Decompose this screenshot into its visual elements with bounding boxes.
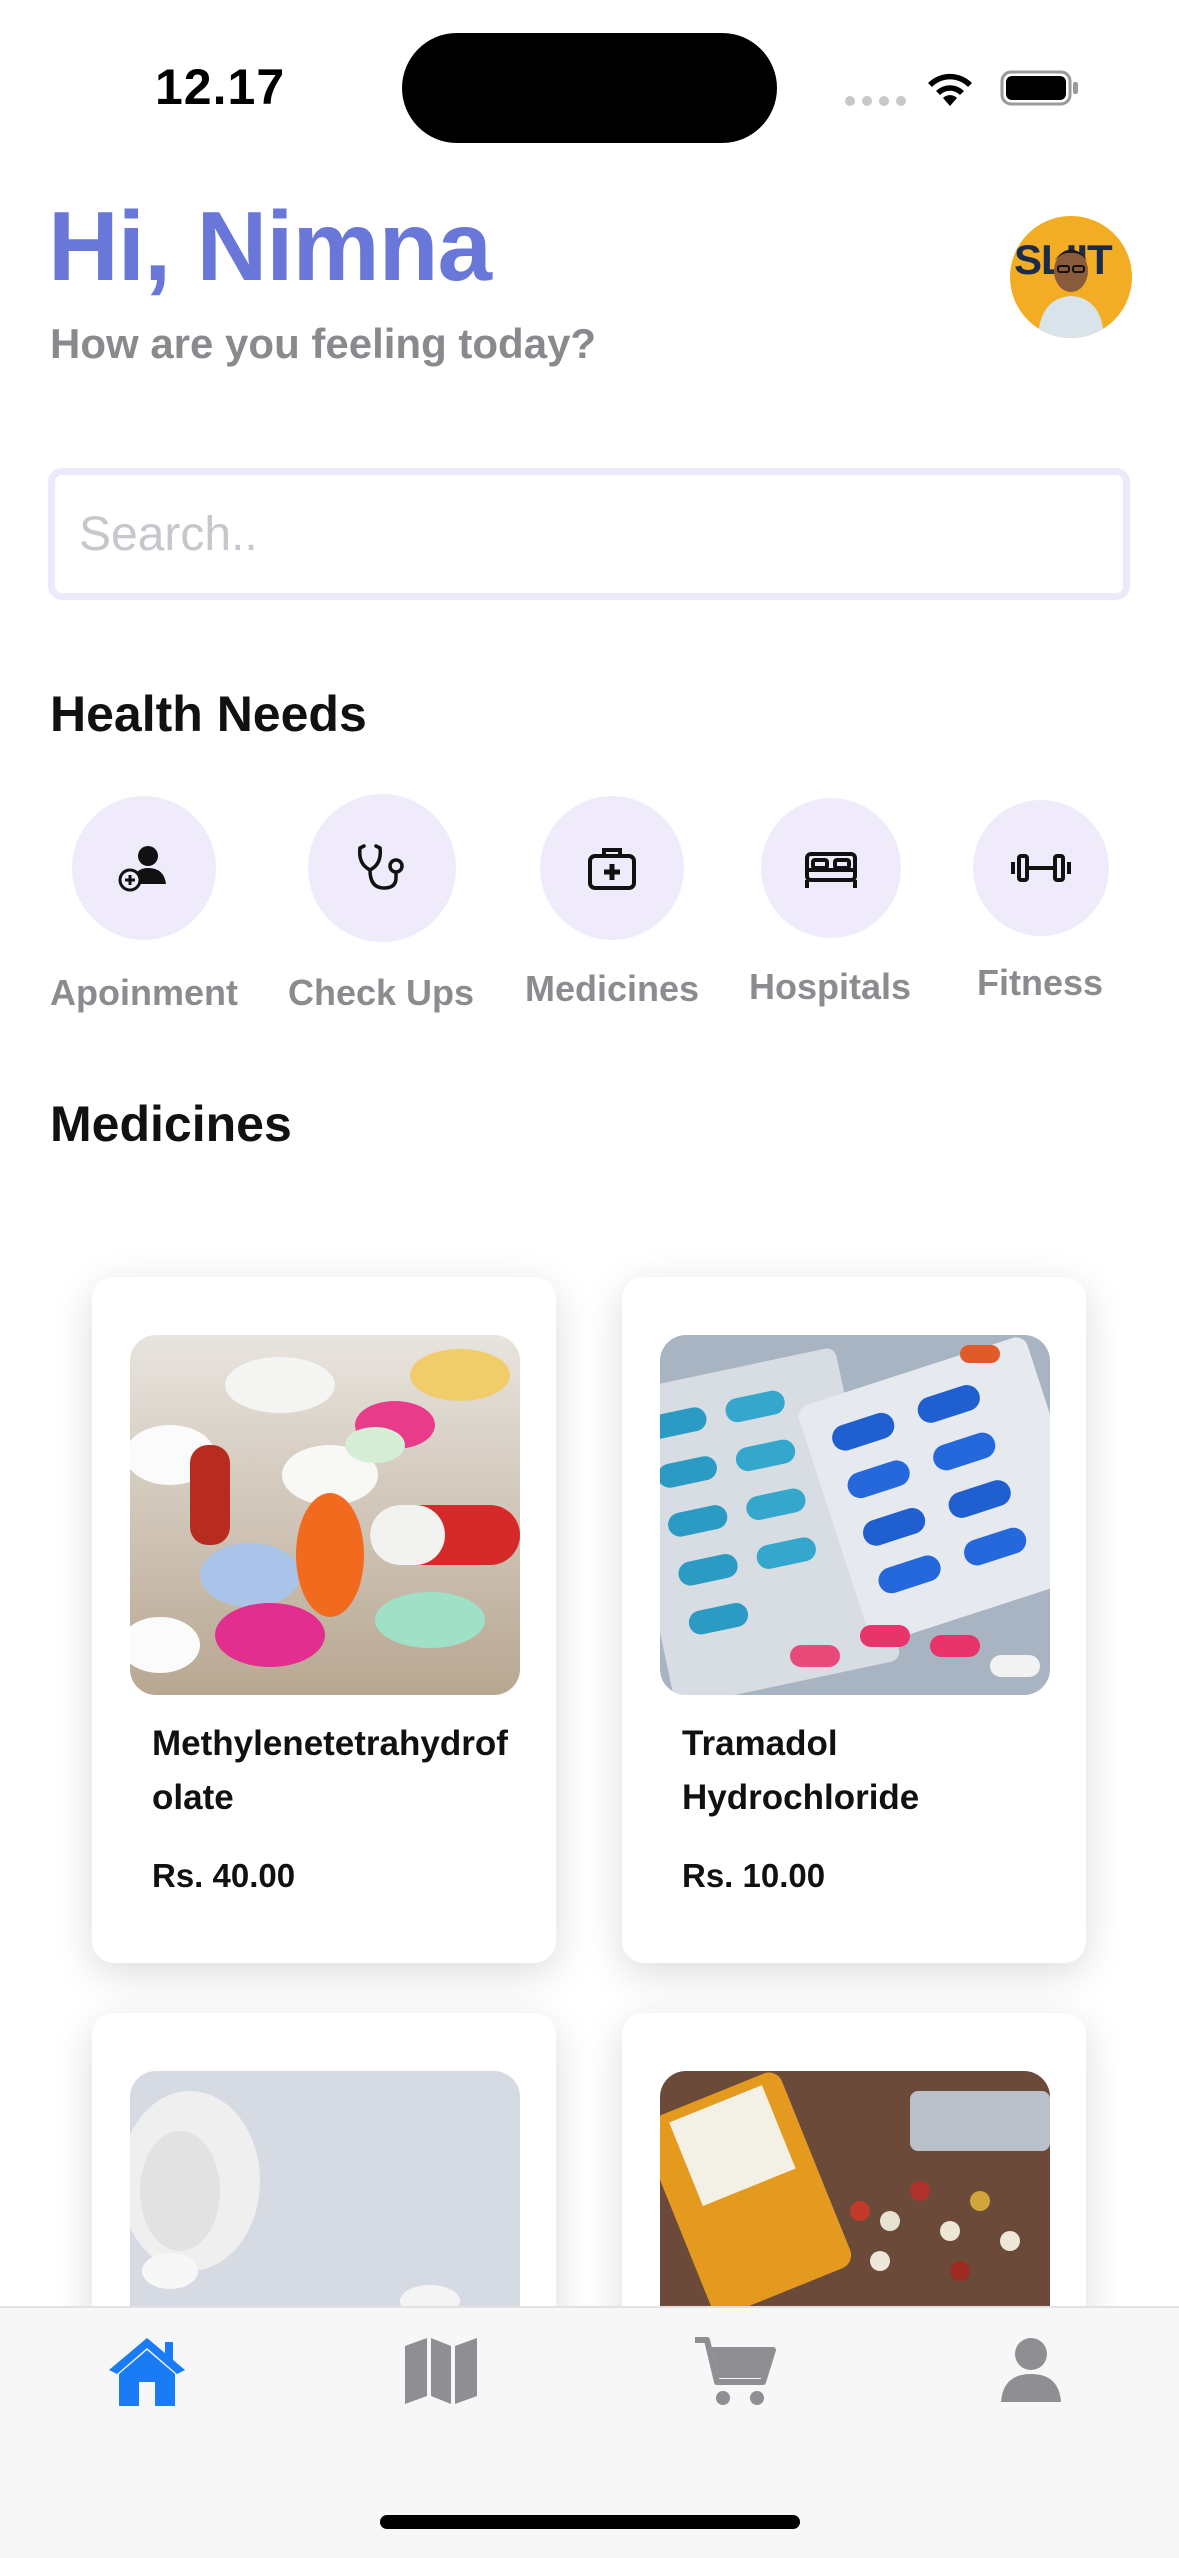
- greeting-title: Hi, Nimna: [48, 191, 492, 301]
- health-need-label: Medicines: [524, 968, 700, 1009]
- health-needs-title: Health Needs: [50, 686, 367, 742]
- medicine-card[interactable]: Tramadol Hydrochloride Rs. 10.00: [622, 1277, 1086, 1963]
- greeting-subtitle: How are you feeling today?: [50, 320, 597, 367]
- cellular-signal-icon: [845, 96, 906, 106]
- bed-icon: [761, 798, 901, 938]
- dynamic-island: [402, 33, 777, 143]
- tab-home[interactable]: [102, 2326, 192, 2416]
- tab-profile[interactable]: [986, 2326, 1076, 2416]
- avatar[interactable]: SLIIT: [1010, 216, 1132, 338]
- battery-icon: [1000, 70, 1078, 106]
- profile-icon: [1001, 2338, 1061, 2402]
- health-need-label: Check Ups: [287, 972, 475, 1013]
- health-need-label: Apoinment: [50, 972, 238, 1013]
- search-input[interactable]: [55, 475, 1123, 593]
- medicine-price: Rs. 10.00: [682, 1857, 826, 1894]
- home-icon: [109, 2338, 185, 2406]
- medical-kit-icon: [540, 796, 684, 940]
- medicine-name: Tramadol Hydrochloride: [682, 1724, 920, 1817]
- home-indicator[interactable]: [380, 2515, 800, 2529]
- medicines-title: Medicines: [50, 1096, 292, 1152]
- tab-cart[interactable]: [690, 2326, 780, 2416]
- health-need-label: Fitness: [976, 962, 1104, 1003]
- medicine-card[interactable]: Methylenetetrahydrofolate Rs. 40.00: [92, 1277, 556, 1963]
- medicine-price: Rs. 40.00: [152, 1857, 296, 1894]
- assorted-pills-image: [130, 1335, 520, 1695]
- cart-icon: [695, 2337, 776, 2405]
- medicine-name: Methylenetetrahydrofolate: [152, 1724, 508, 1817]
- wifi-icon: [928, 73, 972, 106]
- tab-map[interactable]: [396, 2326, 486, 2416]
- health-need-label: Hospitals: [748, 966, 912, 1007]
- avatar-person-icon: [1038, 249, 1104, 338]
- capsule-blister-packs-image: [660, 1335, 1050, 1695]
- stethoscope-icon: [308, 794, 456, 942]
- map-icon: [405, 2338, 477, 2404]
- status-time: 12.17: [155, 59, 286, 115]
- add-user-icon: [72, 796, 216, 940]
- dumbbell-icon: [973, 800, 1109, 936]
- search-box[interactable]: [48, 468, 1130, 600]
